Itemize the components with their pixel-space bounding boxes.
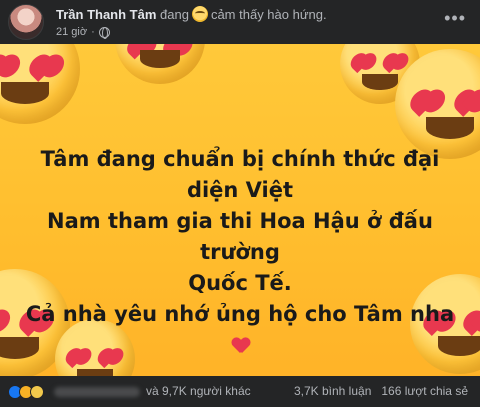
- globe-icon: [98, 26, 110, 39]
- post-meta: 21 giờ ·: [56, 26, 110, 39]
- post-header: Trần Thanh Tâm đang cảm thấy hào hứng. 2…: [0, 0, 480, 44]
- facebook-post: Trần Thanh Tâm đang cảm thấy hào hứng. 2…: [0, 0, 480, 407]
- post-time[interactable]: 21 giờ: [56, 26, 87, 38]
- post-stats: 3,7K bình luận 166 lượt chia sẻ: [294, 384, 468, 398]
- heart-eyes-emoji-icon: [115, 44, 205, 84]
- author-name[interactable]: Trần Thanh Tâm: [56, 7, 156, 22]
- red-heart-icon: [232, 338, 250, 354]
- post-footer: và 9,7K người khác 3,7K bình luận 166 lư…: [0, 376, 480, 407]
- caption-line: Nam tham gia thi Hoa Hậu ở đấu trường: [47, 209, 433, 264]
- reaction-icons[interactable]: [8, 385, 44, 399]
- post-image[interactable]: Tâm đang chuẩn bị chính thức đại diện Vi…: [0, 44, 480, 376]
- heart-eyes-emoji-icon: [0, 44, 80, 124]
- comments-count[interactable]: 3,7K bình luận: [294, 384, 371, 398]
- shares-count[interactable]: 166 lượt chia sẻ: [381, 384, 468, 398]
- post-caption: Tâm đang chuẩn bị chính thức đại diện Vi…: [20, 144, 460, 361]
- caption-line: Quốc Tế.: [188, 271, 292, 295]
- blurred-reactor-name: [54, 387, 140, 397]
- reactions-count[interactable]: và 9,7K người khác: [146, 384, 251, 398]
- author-status-line: Trần Thanh Tâm đang cảm thấy hào hứng.: [56, 6, 327, 22]
- author-avatar[interactable]: [8, 4, 44, 40]
- caption-line: Tâm đang chuẩn bị chính thức đại diện Vi…: [40, 147, 440, 202]
- status-text: cảm thấy hào hứng.: [210, 6, 327, 22]
- caption-line: Cả nhà yêu nhớ ủng hộ cho Tâm nha: [25, 302, 455, 326]
- grinning-face-icon: [191, 6, 208, 22]
- sad-icon: [30, 385, 44, 399]
- status-prefix: đang: [160, 6, 189, 22]
- more-options-icon[interactable]: •••: [444, 8, 466, 29]
